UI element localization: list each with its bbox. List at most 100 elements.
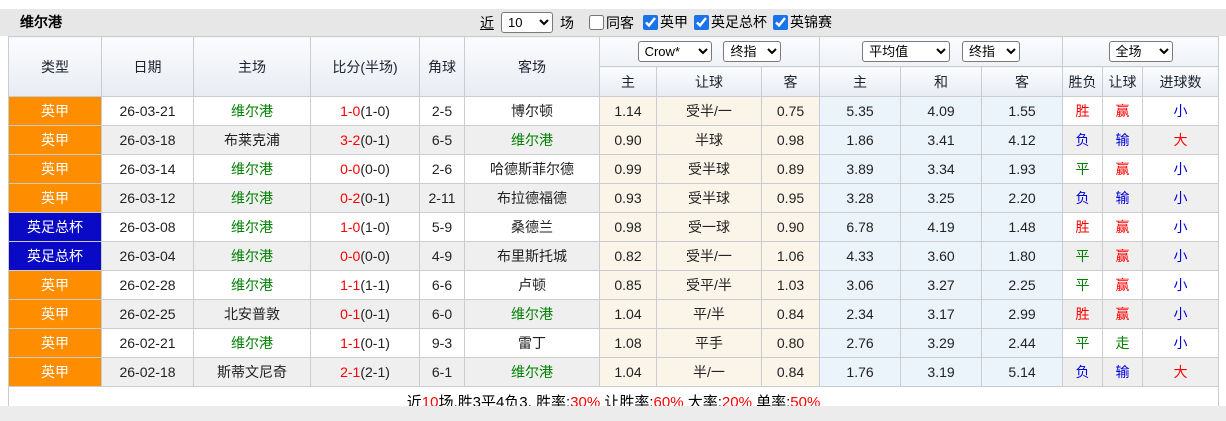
handicap-result-cell: 输 [1102,357,1144,387]
home-team: 北安普敦 [193,299,311,329]
goals-result-cell: 小 [1142,212,1220,242]
handicap-result-cell: 赢 [1102,96,1144,126]
odds-stage-select[interactable]: 终指 [723,41,782,62]
match-history-table: 类型 日期 主场 比分(半场) 角球 客场 Crow* 终指 平均值 终指 全场… [7,36,1220,417]
table-row: 英甲 26-03-18 布莱克浦 3-2(0-1) 6-5 维尔港 0.90 半… [8,125,1220,155]
odds-home: 1.04 [599,357,657,387]
scope-select[interactable]: 全场 [1108,41,1173,62]
league-filter-input[interactable] [643,14,658,30]
recent-link[interactable]: 近 [480,13,494,33]
table-row: 英甲 26-03-12 维尔港 0-2(0-1) 2-11 布拉德福德 0.93… [8,183,1220,213]
away-team: 布里斯托城 [464,241,600,271]
match-date: 26-03-18 [101,125,194,155]
handicap-line: 受一球 [656,212,762,242]
goals-result-cell: 小 [1142,241,1220,271]
avg-away: 2.99 [981,299,1064,329]
score-cell: 0-0(0-0) [310,241,420,271]
handicap-result-cell: 赢 [1102,299,1144,329]
avg-draw: 3.19 [900,357,983,387]
odds-away: 0.95 [760,183,821,213]
odds-home: 0.98 [599,212,657,242]
odds-home: 1.04 [599,299,657,329]
league-filter-input[interactable] [694,14,709,30]
home-team: 斯蒂文尼奇 [193,357,311,387]
col-header-handicap: 让球 [656,66,762,97]
avg-home: 3.06 [819,270,902,300]
table-row: 英甲 26-02-28 维尔港 1-1(1-1) 6-6 卢顿 0.85 受平/… [8,270,1220,300]
corner-count: 9-3 [419,328,465,358]
avg-draw: 4.19 [900,212,983,242]
same-away-checkbox[interactable]: 同客 [589,13,634,33]
col-header-away: 客场 [464,36,600,97]
same-away-input[interactable] [589,15,604,30]
score-cell: 2-1(2-1) [310,357,420,387]
avg-home: 1.76 [819,357,902,387]
table-row: 英甲 26-02-21 维尔港 1-1(0-1) 9-3 雷丁 1.08 平手 … [8,328,1220,358]
odds-home: 0.82 [599,241,657,271]
result-cell: 负 [1062,183,1104,213]
odds-away: 1.06 [760,241,821,271]
match-date: 26-03-04 [101,241,194,271]
league-filter-label: 英甲 [660,14,688,31]
away-team: 博尔顿 [464,96,600,126]
score-cell: 0-2(0-1) [310,183,420,213]
corner-count: 4-9 [419,241,465,271]
avg-home: 3.89 [819,154,902,184]
league-filter-input[interactable] [773,14,788,30]
avg-home: 2.34 [819,299,902,329]
recent-count-select[interactable]: 10 [501,12,553,33]
col-header-odds-home: 主 [599,66,657,97]
home-team: 维尔港 [193,183,311,213]
avg-draw: 3.41 [900,125,983,155]
average-stage-select[interactable]: 终指 [961,41,1020,62]
table-row: 英足总杯 26-03-08 维尔港 1-0(1-0) 5-9 桑德兰 0.98 … [8,212,1220,242]
avg-home: 2.76 [819,328,902,358]
score-cell: 1-1(1-1) [310,270,420,300]
result-cell: 胜 [1062,96,1104,126]
result-cell: 平 [1062,270,1104,300]
result-cell: 胜 [1062,212,1104,242]
league-filter-checkbox[interactable]: 英锦赛 [773,12,832,32]
average-select-group: 平均值 终指 [819,36,1064,67]
odds-company-select[interactable]: Crow* [637,41,712,62]
handicap-line: 受半/一 [656,241,762,271]
goals-result-cell: 小 [1142,96,1220,126]
handicap-result-cell: 赢 [1102,241,1144,271]
away-team: 哈德斯菲尔德 [464,154,600,184]
score-cell: 0-0(0-0) [310,154,420,184]
league-filter-checkbox[interactable]: 英足总杯 [694,12,767,32]
league-badge: 英足总杯 [8,212,102,242]
score-cell: 0-1(0-1) [310,299,420,329]
home-team: 维尔港 [193,328,311,358]
odds-away: 1.03 [760,270,821,300]
handicap-result-cell: 赢 [1102,154,1144,184]
goals-result-cell: 小 [1142,270,1220,300]
goals-result-cell: 小 [1142,328,1220,358]
league-filter-checkbox[interactable]: 英甲 [643,12,688,32]
scope-select-group: 全场 [1062,36,1220,67]
league-badge: 英甲 [8,96,102,126]
odds-home: 0.85 [599,270,657,300]
avg-draw: 3.17 [900,299,983,329]
col-header-goals: 进球数 [1142,66,1220,97]
avg-away: 1.55 [981,96,1064,126]
corner-count: 2-6 [419,154,465,184]
odds-away: 0.98 [760,125,821,155]
home-team: 布莱克浦 [193,125,311,155]
league-badge: 英甲 [8,299,102,329]
table-row: 英甲 26-03-21 维尔港 1-0(1-0) 2-5 博尔顿 1.14 受半… [8,96,1220,126]
handicap-result-cell: 输 [1102,183,1144,213]
goals-result-cell: 大 [1142,125,1220,155]
home-team: 维尔港 [193,154,311,184]
league-filters: 英甲 英足总杯 英锦赛 [637,12,832,33]
avg-away: 1.93 [981,154,1064,184]
odds-home: 0.93 [599,183,657,213]
match-date: 26-03-12 [101,183,194,213]
average-select[interactable]: 平均值 [862,41,951,62]
match-date: 26-03-08 [101,212,194,242]
avg-home: 5.35 [819,96,902,126]
match-rows: 英甲 26-03-21 维尔港 1-0(1-0) 2-5 博尔顿 1.14 受半… [8,96,1220,387]
league-badge: 英甲 [8,328,102,358]
avg-home: 1.86 [819,125,902,155]
handicap-result-cell: 输 [1102,125,1144,155]
